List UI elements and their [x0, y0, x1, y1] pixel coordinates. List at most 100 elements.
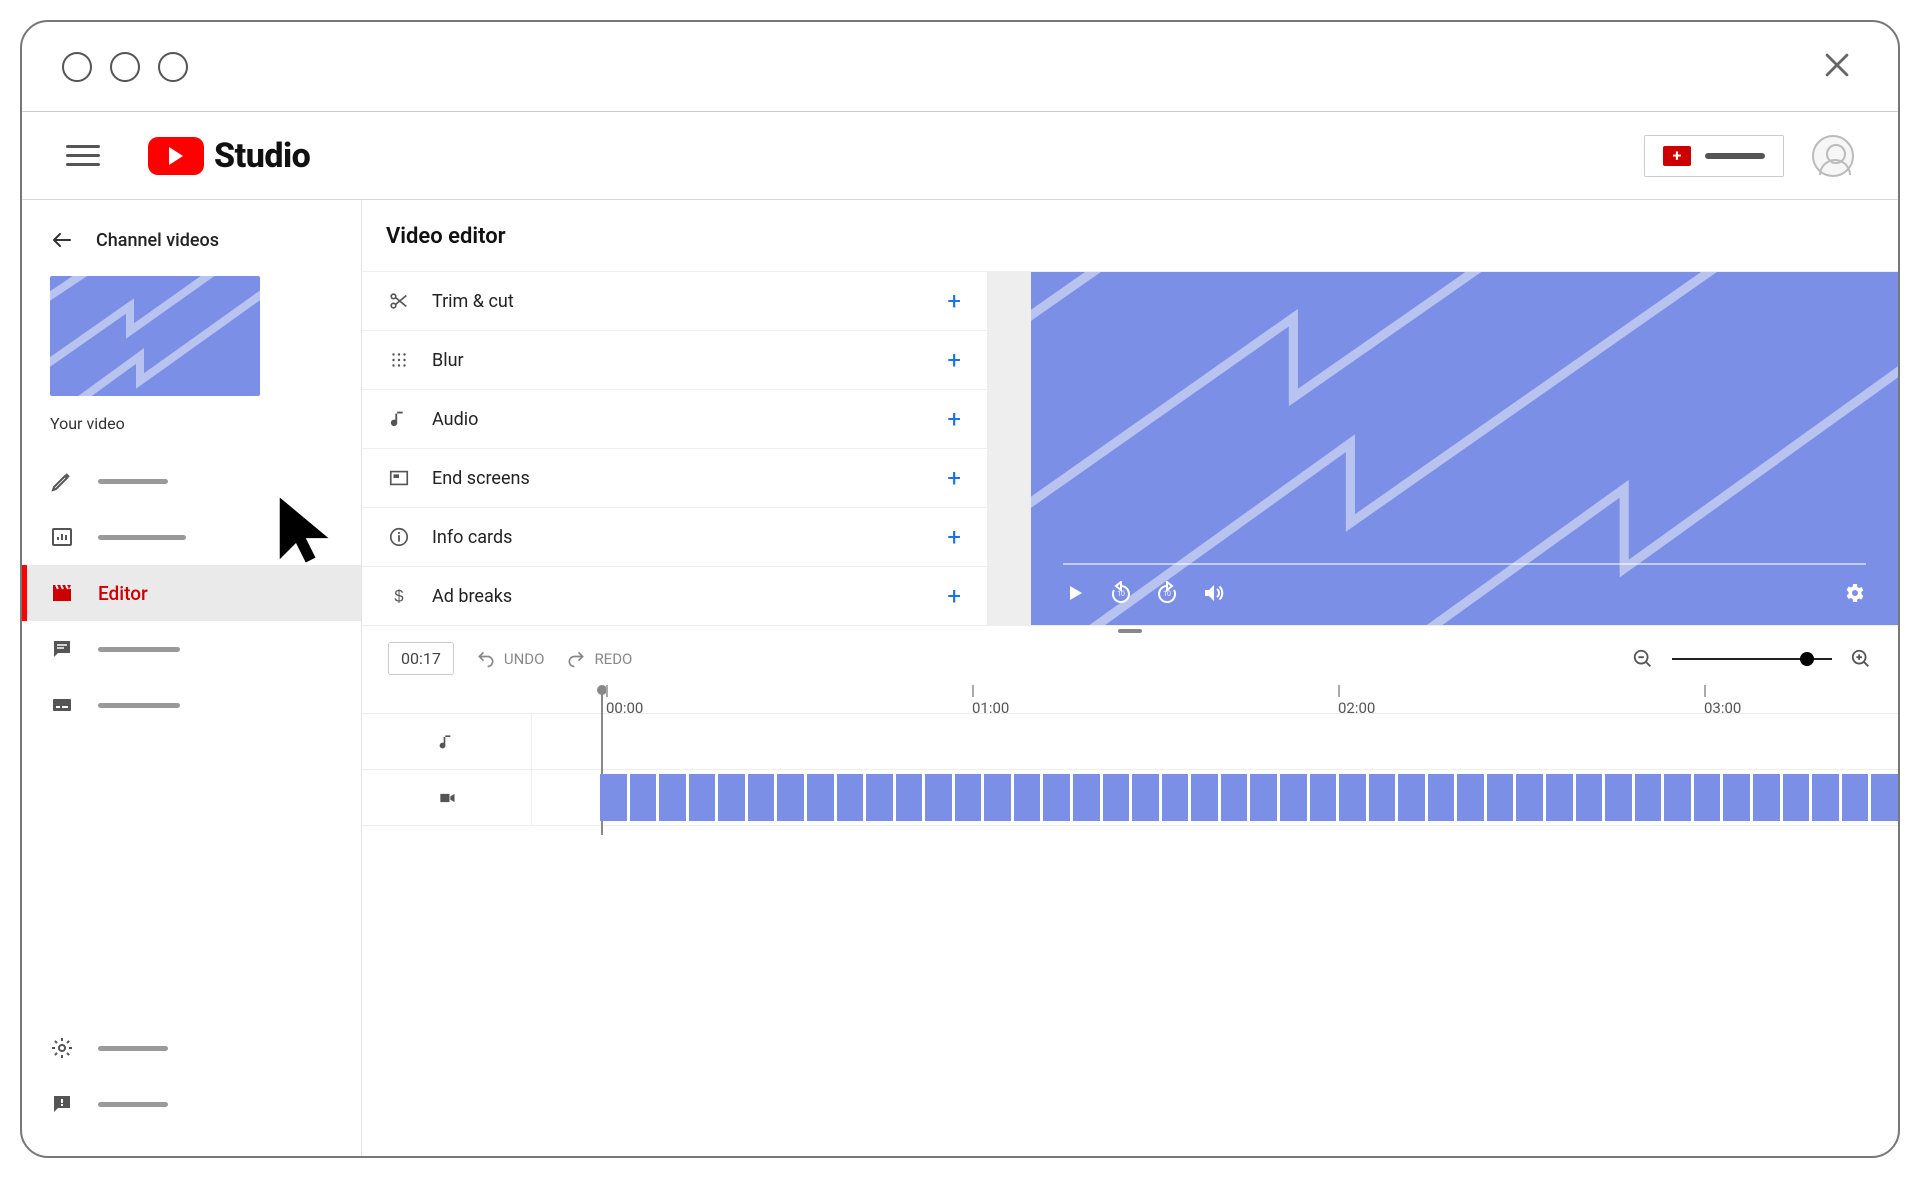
timeline-ruler[interactable]: 00:00 01:00 02:00 03:00 [362, 685, 1898, 713]
audio-track[interactable] [362, 714, 1898, 770]
zoom-out-icon[interactable] [1632, 648, 1654, 670]
hamburger-icon[interactable] [66, 145, 100, 166]
section-caption: Your video [22, 408, 361, 453]
plus-icon[interactable]: + [947, 405, 961, 433]
traffic-light-dot[interactable] [62, 52, 92, 82]
tool-label: Blur [432, 350, 464, 371]
tool-label: Ad breaks [432, 586, 512, 607]
zoom-in-icon[interactable] [1850, 648, 1872, 670]
video-preview[interactable]: 10 10 [1031, 272, 1898, 625]
svg-text:10: 10 [1163, 590, 1171, 598]
redo-button[interactable]: REDO [566, 649, 632, 669]
page-title: Video editor [362, 200, 1898, 272]
create-label-placeholder [1705, 153, 1765, 159]
info-icon [388, 526, 410, 548]
blur-icon [388, 349, 410, 371]
sidebar-item-feedback[interactable] [22, 1076, 361, 1132]
account-avatar[interactable] [1812, 135, 1854, 177]
player-controls: 10 10 [1063, 581, 1866, 605]
sidebar-nav: Editor [22, 453, 361, 1012]
zoom-slider[interactable] [1672, 658, 1832, 660]
tools-list: Trim & cut + Blur + Audio + [362, 272, 987, 625]
plus-icon[interactable]: + [947, 464, 961, 492]
video-thumbnail[interactable] [50, 276, 260, 396]
plus-icon[interactable]: + [947, 346, 961, 374]
undo-label: UNDO [504, 650, 545, 668]
nav-label-placeholder [98, 479, 168, 484]
tool-blur[interactable]: Blur + [362, 331, 987, 390]
plus-icon[interactable]: + [947, 582, 961, 610]
svg-text:10: 10 [1117, 590, 1125, 598]
main: Video editor Trim & cut + Blur + [362, 200, 1898, 1156]
plus-icon[interactable]: + [947, 287, 961, 315]
traffic-light-dot[interactable] [110, 52, 140, 82]
gear-icon [50, 1036, 74, 1060]
plus-icon[interactable]: + [947, 523, 961, 551]
tool-audio[interactable]: Audio + [362, 390, 987, 449]
create-button[interactable] [1644, 135, 1784, 177]
tool-info-cards[interactable]: Info cards + [362, 508, 987, 567]
comment-icon [50, 637, 74, 661]
tool-label: Trim & cut [432, 291, 514, 312]
close-icon[interactable] [1820, 48, 1854, 86]
sidebar-item-editor[interactable]: Editor [22, 565, 361, 621]
sidebar-item-subtitles[interactable] [22, 677, 361, 733]
sidebar-item-analytics[interactable] [22, 509, 361, 565]
back-label: Channel videos [96, 230, 219, 251]
dollar-icon: $ [388, 585, 410, 607]
timeline: 00:17 UNDO REDO [362, 626, 1898, 826]
brand-text: Studio [214, 136, 310, 176]
svg-text:$: $ [394, 588, 403, 606]
brand[interactable]: Studio [148, 136, 310, 176]
sidebar-item-settings[interactable] [22, 1020, 361, 1076]
camera-plus-icon [1663, 146, 1691, 166]
tool-label: Audio [432, 409, 478, 430]
pencil-icon [50, 469, 74, 493]
player-settings-icon[interactable] [1842, 581, 1866, 605]
tool-ad-breaks[interactable]: $ Ad breaks + [362, 567, 987, 625]
video-clip[interactable] [600, 774, 1898, 821]
nav-label-placeholder [98, 703, 180, 708]
video-camera-icon [362, 770, 532, 825]
end-screen-icon [388, 467, 410, 489]
resize-handle[interactable] [362, 626, 1898, 636]
rewind-10-icon[interactable]: 10 [1109, 581, 1133, 605]
tool-label: End screens [432, 468, 530, 489]
back-link[interactable]: Channel videos [22, 220, 361, 270]
arrow-left-icon [50, 228, 74, 252]
tool-end-screens[interactable]: End screens + [362, 449, 987, 508]
tool-trim-cut[interactable]: Trim & cut + [362, 272, 987, 331]
app-bar: Studio [22, 112, 1898, 200]
ruler-tick: 03:00 [1704, 685, 1741, 717]
window-chrome [22, 22, 1898, 112]
nav-label: Editor [98, 582, 148, 605]
video-track[interactable] [362, 770, 1898, 826]
analytics-icon [50, 525, 74, 549]
play-icon[interactable] [1063, 581, 1087, 605]
nav-label-placeholder [98, 1046, 168, 1051]
window-traffic-lights [62, 52, 188, 82]
timestamp-input[interactable]: 00:17 [388, 642, 454, 675]
music-note-icon [388, 408, 410, 430]
nav-label-placeholder [98, 647, 180, 652]
forward-10-icon[interactable]: 10 [1155, 581, 1179, 605]
tool-label: Info cards [432, 527, 512, 548]
volume-icon[interactable] [1201, 581, 1225, 605]
nav-label-placeholder [98, 1102, 168, 1107]
gutter [987, 272, 1031, 625]
feedback-icon [50, 1092, 74, 1116]
music-note-icon [362, 714, 532, 769]
ruler-tick: 00:00 [606, 685, 643, 717]
progress-bar[interactable] [1063, 563, 1866, 565]
redo-label: REDO [594, 650, 632, 668]
undo-button[interactable]: UNDO [476, 649, 545, 669]
sidebar-item-details[interactable] [22, 453, 361, 509]
sidebar-item-comments[interactable] [22, 621, 361, 677]
youtube-play-icon [148, 137, 204, 175]
ruler-tick: 01:00 [972, 685, 1009, 717]
subtitles-icon [50, 693, 74, 717]
sidebar: Channel videos Your video [22, 200, 362, 1156]
traffic-light-dot[interactable] [158, 52, 188, 82]
scissors-icon [388, 290, 410, 312]
nav-label-placeholder [98, 535, 186, 540]
